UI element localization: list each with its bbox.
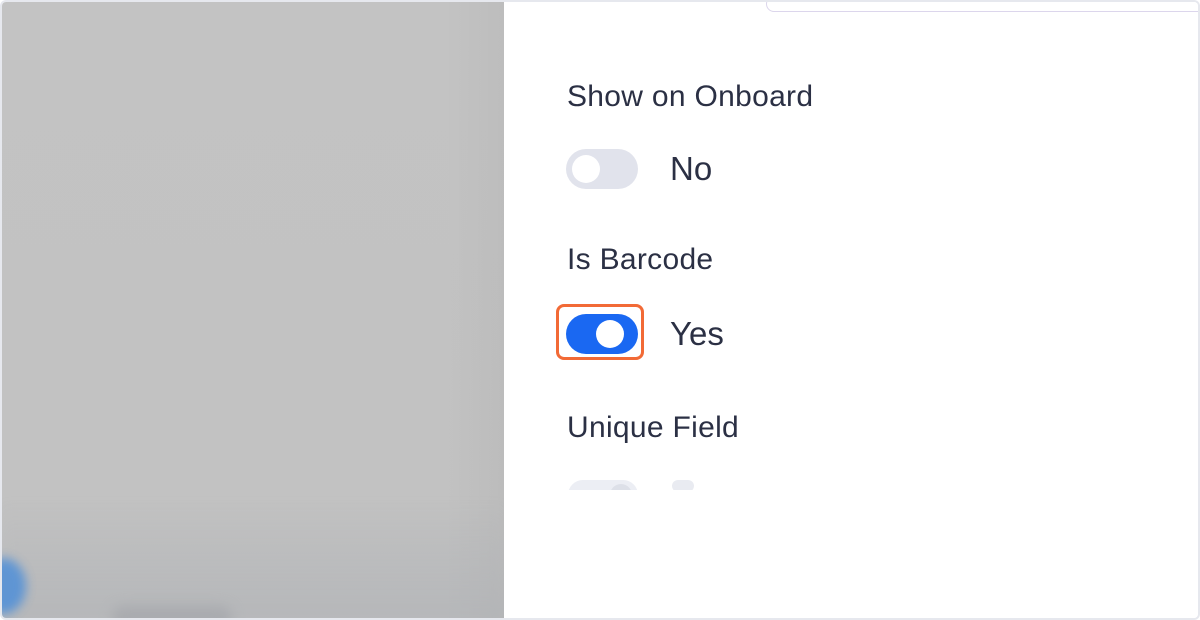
toggle-knob <box>596 320 624 348</box>
blurred-grey-element <box>112 606 232 618</box>
blurred-background <box>2 2 504 618</box>
show-on-onboard-label: Show on Onboard <box>567 80 814 113</box>
settings-panel: Show on Onboard No Is Barcode Yes Unique… <box>504 2 1198 618</box>
unique-field-value-cut-off <box>672 480 694 490</box>
is-barcode-value: Yes <box>670 315 724 352</box>
unique-field-label: Unique Field <box>567 411 740 444</box>
is-barcode-label: Is Barcode <box>567 243 714 276</box>
screen-frame: Show on Onboard No Is Barcode Yes Unique… <box>0 0 1200 620</box>
unique-field-toggle[interactable] <box>568 480 638 490</box>
is-barcode-toggle[interactable] <box>556 304 644 360</box>
toggle-knob <box>610 484 632 490</box>
show-on-onboard-row: No <box>566 147 712 191</box>
is-barcode-row: Yes <box>556 304 724 360</box>
toggle-knob <box>572 155 600 183</box>
unique-field-row-cut-off <box>566 480 726 490</box>
show-on-onboard-toggle[interactable] <box>566 149 638 189</box>
backdrop-bottom-band <box>2 502 504 618</box>
panel-top-edge <box>766 2 1198 12</box>
show-on-onboard-value: No <box>670 150 713 187</box>
